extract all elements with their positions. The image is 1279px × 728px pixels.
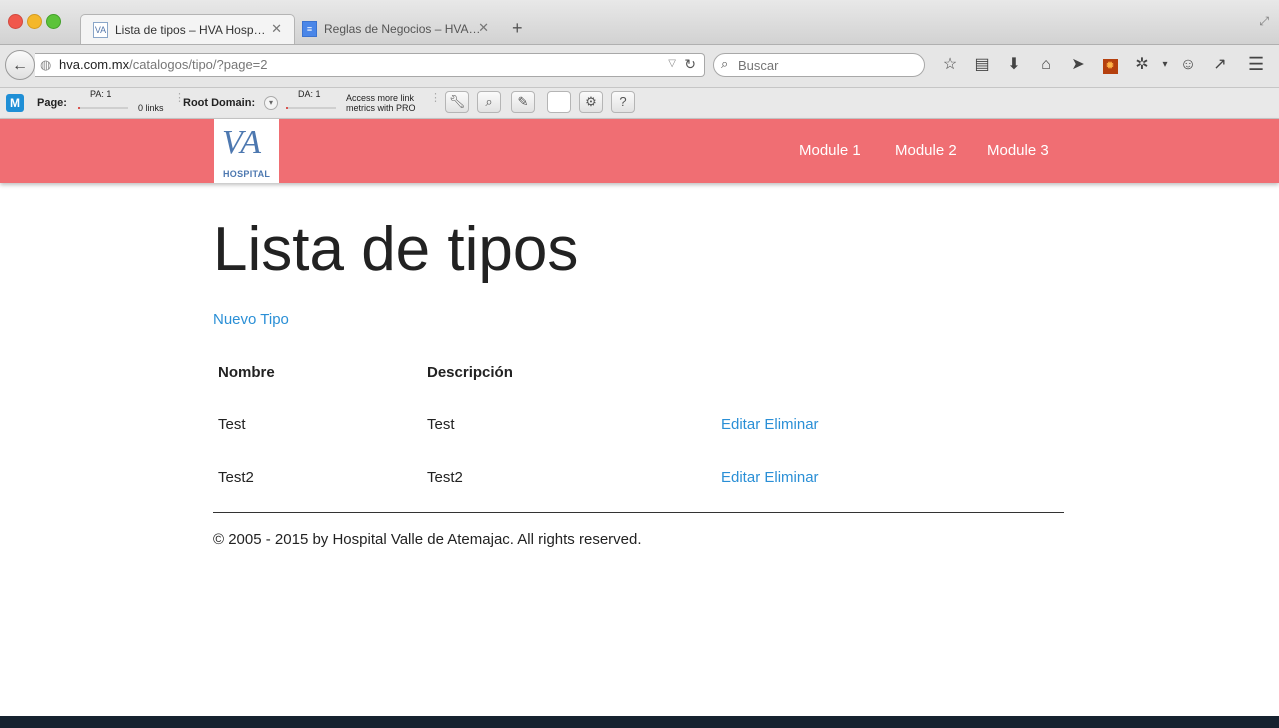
cell-descripcion: Test2 <box>427 469 463 486</box>
hamburger-icon[interactable]: ☰ <box>1248 54 1264 75</box>
page-label: Page: <box>37 97 67 109</box>
extension-icon[interactable]: ✹ <box>1094 55 1126 77</box>
page-title: Lista de tipos <box>213 215 579 284</box>
browser-window: VA Lista de tipos – HVA Hosp… ✕ ≡ Reglas… <box>0 0 1279 716</box>
pin-icon[interactable]: ↗ <box>1204 55 1236 77</box>
hospital-logo[interactable]: VA HOSPITAL <box>214 119 279 183</box>
search-icon: ⌕ <box>721 56 729 71</box>
pencil-icon[interactable]: ✎ <box>511 91 535 113</box>
tab-close-icon[interactable]: ✕ <box>478 20 489 36</box>
pa-value: PA: 1 <box>90 89 112 99</box>
chat-icon[interactable]: ☺ <box>1172 55 1204 77</box>
column-header-nombre: Nombre <box>218 364 275 381</box>
pro-promo-line1: Access more link <box>346 93 415 103</box>
da-value: DA: 1 <box>298 89 321 99</box>
help-icon[interactable]: ? <box>611 91 635 113</box>
edit-link[interactable]: Editar <box>721 416 760 433</box>
address-bar[interactable]: ◍ hva.com.mx/catalogos/tipo/?page=2 ▽ ↻ <box>35 53 705 77</box>
tab-title: Lista de tipos – HVA Hosp… <box>115 23 266 37</box>
reload-icon[interactable]: ↻ <box>684 56 696 73</box>
wrench-icon[interactable]: 🔧︎ <box>445 91 469 113</box>
fullscreen-icon[interactable]: ⤢ <box>1259 14 1269 29</box>
search-bar[interactable]: ⌕ <box>713 53 925 77</box>
tab-title: Reglas de Negocios – HVA… <box>324 22 481 36</box>
cell-descripcion: Test <box>427 416 455 433</box>
moz-toolbar: M Page: PA: 1 0 links ⋮ Root Domain: ▾ D… <box>0 88 1279 119</box>
hva-favicon-icon: VA <box>93 22 108 38</box>
search-icon[interactable]: ⌕ <box>477 91 501 113</box>
back-button[interactable]: ← <box>5 50 35 80</box>
pa-meter <box>78 107 128 109</box>
links-count: 0 links <box>138 103 164 113</box>
moz-logo-icon[interactable]: M <box>6 94 24 112</box>
tab-strip: VA Lista de tipos – HVA Hosp… ✕ ≡ Reglas… <box>0 0 1279 45</box>
gear-icon[interactable]: ⚙ <box>579 91 603 113</box>
history-dropdown-icon[interactable]: ▽ <box>668 58 676 69</box>
globe-icon: ◍ <box>40 57 52 72</box>
download-icon[interactable]: ⬇ <box>998 55 1030 77</box>
cell-nombre: Test2 <box>218 469 254 486</box>
search-input[interactable] <box>738 56 908 74</box>
root-domain-label: Root Domain: <box>183 97 256 109</box>
logo-mark: VA <box>222 124 262 161</box>
tab-reglas-de-negocios[interactable]: ≡ Reglas de Negocios – HVA… ✕ <box>296 14 501 44</box>
nav-module-3[interactable]: Module 3 <box>987 142 1049 159</box>
column-header-descripcion: Descripción <box>427 364 513 381</box>
star-icon[interactable]: ☆ <box>934 55 966 77</box>
footer-copyright: © 2005 - 2015 by Hospital Valle de Atema… <box>213 531 642 548</box>
nav-module-1[interactable]: Module 1 <box>799 142 861 159</box>
new-tipo-link[interactable]: Nuevo Tipo <box>213 311 289 328</box>
document-favicon-icon: ≡ <box>302 21 317 37</box>
url-text: hva.com.mx/catalogos/tipo/?page=2 <box>59 57 268 72</box>
da-meter <box>286 107 336 109</box>
pro-promo-line2[interactable]: metrics with PRO <box>346 103 416 113</box>
toolbar-icons: ☆ ▤ ⬇ ⌂ ➤ ✹ ✲ ▾ ☺ ↗ <box>934 55 1236 77</box>
tab-lista-de-tipos[interactable]: VA Lista de tipos – HVA Hosp… ✕ <box>80 14 295 44</box>
navigation-bar: ← ◍ hva.com.mx/catalogos/tipo/?page=2 ▽ … <box>0 45 1279 88</box>
close-window-button[interactable] <box>8 14 23 29</box>
desktop-background <box>0 716 1279 728</box>
logo-subtitle: HOSPITAL <box>223 169 271 179</box>
minimize-window-button[interactable] <box>27 14 42 29</box>
footer-divider <box>213 512 1064 513</box>
site-header: VA HOSPITAL Module 1 Module 2 Module 3 <box>0 119 1279 183</box>
cell-nombre: Test <box>218 416 246 433</box>
reading-list-icon[interactable]: ▤ <box>966 55 998 77</box>
nav-module-2[interactable]: Module 2 <box>895 142 957 159</box>
delete-link[interactable]: Eliminar <box>764 416 818 433</box>
root-domain-dropdown-icon[interactable]: ▾ <box>264 96 278 110</box>
edit-link[interactable]: Editar <box>721 469 760 486</box>
blank-icon[interactable] <box>547 91 571 113</box>
home-icon[interactable]: ⌂ <box>1030 55 1062 77</box>
tab-close-icon[interactable]: ✕ <box>271 21 282 37</box>
dropdown-icon[interactable]: ▾ <box>1158 55 1172 77</box>
send-icon[interactable]: ➤ <box>1062 55 1094 77</box>
delete-link[interactable]: Eliminar <box>764 469 818 486</box>
zoom-window-button[interactable] <box>46 14 61 29</box>
bug-icon[interactable]: ✲ <box>1126 55 1158 77</box>
new-tab-icon[interactable]: + <box>512 18 523 39</box>
